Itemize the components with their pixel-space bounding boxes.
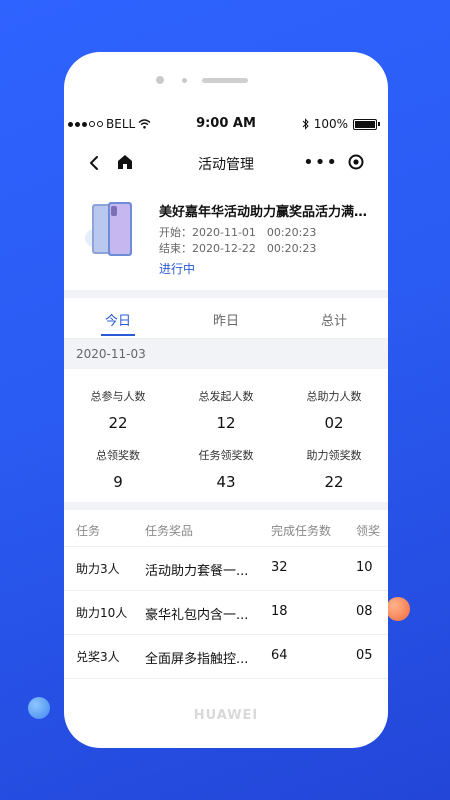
status-right: 100% (302, 117, 380, 131)
table-header: 任务 任务奖品 完成任务数 领奖 (64, 510, 388, 547)
tab-total[interactable]: 总计 (304, 310, 364, 329)
status-bar: BELL 9:00 AM 100% (64, 114, 388, 134)
section-divider (64, 502, 388, 510)
sensor-dot (182, 78, 187, 83)
battery-icon (353, 118, 377, 130)
table-row[interactable]: 助力10人 豪华礼包内含一... 18 08 (64, 590, 388, 635)
active-tab-indicator (101, 334, 135, 336)
cell-claimed: 10 (356, 560, 373, 575)
stat-total-helpers: 总助力人数 02 (280, 388, 388, 432)
stat-label: 总发起人数 (198, 390, 254, 403)
stat-value: 9 (113, 473, 123, 491)
cell-prize: 豪华礼包内含一... (145, 608, 249, 623)
stat-total-initiators: 总发起人数 12 (172, 388, 280, 432)
battery-percent: 100% (313, 117, 348, 131)
date-bar: 2020-11-03 (64, 339, 388, 369)
activity-end-time: 结束：2020-12-22 00:20:23 (159, 242, 317, 255)
period-tabs: 今日 昨日 总计 (64, 300, 388, 339)
earpiece-speaker (202, 78, 248, 83)
stat-label: 总领奖数 (96, 449, 140, 462)
column-header-completed: 完成任务数 (271, 524, 332, 538)
table-row[interactable]: 助力3人 活动助力套餐一... 32 10 (64, 546, 388, 591)
column-header-task: 任务 (76, 524, 101, 538)
stat-value: 02 (324, 414, 344, 432)
stat-label: 总助力人数 (306, 390, 362, 403)
bluetooth-icon (302, 118, 309, 130)
table-row[interactable]: 兑奖3人 全面屏多指触控... 64 05 (64, 634, 388, 679)
cell-completed: 18 (271, 604, 288, 619)
close-miniprogram-icon[interactable] (348, 154, 364, 170)
phone-frame: BELL 9:00 AM 100% 活动管理 ••• 美好嘉年华活动助力赢奖品活… (64, 52, 388, 748)
phone-top-sensors (64, 74, 388, 86)
activity-status-badge: 进行中 (159, 262, 196, 276)
cell-completed: 32 (271, 560, 288, 575)
decorative-orange-ball (386, 597, 410, 621)
product-phone-image (85, 202, 132, 256)
stat-label: 总参与人数 (90, 390, 146, 403)
activity-start-time: 开始：2020-11-01 00:20:23 (159, 226, 317, 239)
decorative-blue-ball (28, 697, 50, 719)
stat-total-prizes: 总领奖数 9 (64, 447, 172, 491)
cell-task: 助力3人 (76, 562, 120, 576)
stat-task-prizes: 任务领奖数 43 (172, 447, 280, 491)
front-camera (156, 76, 164, 84)
tab-yesterday[interactable]: 昨日 (196, 310, 256, 329)
section-divider (64, 290, 388, 298)
nav-bar: 活动管理 ••• (64, 146, 388, 180)
stat-value: 22 (324, 473, 344, 491)
stat-value: 22 (108, 414, 128, 432)
stat-value: 43 (216, 473, 236, 491)
tab-today[interactable]: 今日 (88, 310, 148, 329)
cell-claimed: 05 (356, 648, 373, 663)
page-title: 活动管理 (198, 157, 254, 173)
column-header-claimed: 领奖 (356, 524, 381, 538)
cell-task: 助力10人 (76, 606, 128, 620)
stat-help-prizes: 助力领奖数 22 (280, 447, 388, 491)
cell-task: 兑奖3人 (76, 650, 120, 664)
battery-tip (378, 122, 380, 126)
more-options-icon[interactable]: ••• (303, 152, 338, 173)
stat-label: 助力领奖数 (306, 449, 362, 462)
stat-label: 任务领奖数 (198, 449, 254, 462)
cell-claimed: 08 (356, 604, 373, 619)
cell-completed: 64 (271, 648, 288, 663)
activity-card[interactable]: 美好嘉年华活动助力赢奖品活力满满... 开始：2020-11-01 00:20:… (64, 192, 388, 288)
current-date: 2020-11-03 (76, 347, 146, 361)
cell-prize: 全面屏多指触控... (145, 652, 249, 667)
stat-total-participants: 总参与人数 22 (64, 388, 172, 432)
activity-title: 美好嘉年华活动助力赢奖品活力满满... (159, 205, 379, 220)
cell-prize: 活动助力套餐一... (145, 564, 249, 579)
column-header-prize: 任务奖品 (145, 524, 194, 538)
stat-value: 12 (216, 414, 236, 432)
brand-logo: HUAWEI (193, 708, 259, 723)
